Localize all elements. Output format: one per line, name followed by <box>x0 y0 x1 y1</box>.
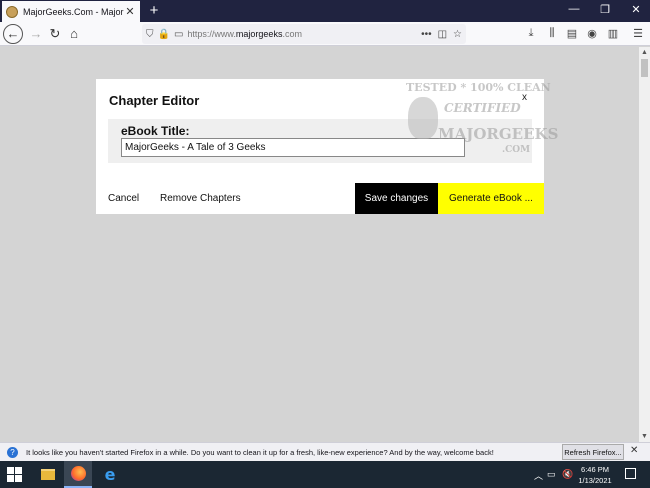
extension-icon[interactable]: ▥ <box>606 27 620 40</box>
refresh-firefox-button[interactable]: Refresh Firefox... <box>562 444 624 460</box>
edge-icon[interactable]: e <box>96 461 124 488</box>
page-actions-icon[interactable]: ••• <box>421 29 432 40</box>
window-close-button[interactable]: ✕ <box>626 3 646 16</box>
url-suffix: .com <box>282 29 302 39</box>
tab-majorgeeks[interactable]: MajorGeeks.Com - MajorGeeks ✕ <box>2 1 140 22</box>
scroll-up-icon[interactable]: ▲ <box>639 49 650 56</box>
help-icon: ? <box>7 446 18 458</box>
watermark-line2: CERTIFIED <box>444 101 521 115</box>
permissions-icon[interactable]: ▭ <box>174 29 183 40</box>
back-button[interactable]: ← <box>3 24 23 44</box>
file-explorer-icon[interactable] <box>34 461 62 488</box>
watermark-line4: .COM <box>502 145 531 155</box>
generate-ebook-button[interactable]: Generate eBook ... <box>438 183 544 214</box>
windows-taskbar: e ︿ ▭ 🔇 6:46 PM 1/13/2021 <box>0 461 650 488</box>
watermark-line1: TESTED * 100% CLEAN <box>406 81 551 94</box>
scroll-thumb[interactable] <box>641 59 648 77</box>
tab-title: MajorGeeks.Com - MajorGeeks <box>23 6 124 17</box>
network-icon[interactable]: ▭ <box>547 469 556 480</box>
majorgeeks-watermark: TESTED * 100% CLEAN CERTIFIED MAJORGEEKS… <box>404 79 558 159</box>
remove-chapters-button[interactable]: Remove Chapters <box>160 193 241 204</box>
account-icon[interactable]: ◉ <box>585 27 599 40</box>
home-button[interactable]: ⌂ <box>65 25 83 43</box>
pocket-icon[interactable]: ◫ <box>438 29 447 40</box>
majorgeeks-favicon-icon <box>6 5 18 18</box>
windows-start-icon[interactable] <box>7 467 22 482</box>
menu-icon[interactable]: ☰ <box>631 27 645 40</box>
new-tab-button[interactable]: + <box>146 2 162 19</box>
lock-icon[interactable]: 🔒 <box>158 29 170 40</box>
navigation-toolbar: ← → ↻ ⌂ ⛉ 🔒 ▭ https://www.majorgeeks.com… <box>0 22 650 46</box>
shield-icon[interactable]: ⛉ <box>146 29 154 40</box>
clock-time: 6:46 PM <box>581 465 609 474</box>
action-center-icon[interactable] <box>625 468 636 479</box>
url-bar[interactable]: ⛉ 🔒 ▭ https://www.majorgeeks.com ••• ◫ ☆ <box>142 24 466 44</box>
minimize-button[interactable]: — <box>564 3 584 15</box>
download-icon[interactable]: ⤓ <box>524 27 538 40</box>
mascot-face-icon <box>408 97 438 139</box>
vertical-scrollbar[interactable]: ▲ ▼ <box>639 47 650 442</box>
save-changes-button[interactable]: Save changes <box>355 183 438 214</box>
reload-button[interactable]: ↻ <box>46 25 64 43</box>
notification-close-icon[interactable]: ✕ <box>630 445 638 456</box>
chevron-up-icon[interactable]: ︿ <box>534 469 543 482</box>
url-domain: majorgeeks <box>235 29 283 39</box>
clock-date: 1/13/2021 <box>578 476 612 485</box>
forward-button[interactable]: → <box>27 25 45 43</box>
ebook-title-label: eBook Title: <box>121 124 190 138</box>
library-icon[interactable]: ⫼ <box>545 27 559 40</box>
notification-text: It looks like you haven't started Firefo… <box>26 447 494 457</box>
browser-titlebar: MajorGeeks.Com - MajorGeeks ✕ + — ❐ ✕ <box>0 0 650 22</box>
volume-mute-icon[interactable]: 🔇 <box>562 469 573 480</box>
dialog-title: Chapter Editor <box>109 93 200 108</box>
scroll-down-icon[interactable]: ▼ <box>639 433 650 440</box>
restore-button[interactable]: ❐ <box>595 3 615 16</box>
firefox-notification-bar: ? It looks like you haven't started Fire… <box>0 442 650 461</box>
url-text[interactable]: https://www.majorgeeks.com <box>187 29 415 39</box>
watermark-line3: MAJORGEEKS <box>438 125 559 143</box>
url-prefix: https://www. <box>187 29 236 39</box>
cancel-button[interactable]: Cancel <box>108 193 139 204</box>
firefox-icon[interactable] <box>64 461 92 488</box>
taskbar-clock[interactable]: 6:46 PM 1/13/2021 <box>576 464 614 486</box>
reader-icon[interactable]: ▤ <box>565 27 579 40</box>
bookmark-star-icon[interactable]: ☆ <box>453 29 462 40</box>
tab-close-icon[interactable]: ✕ <box>124 5 136 18</box>
